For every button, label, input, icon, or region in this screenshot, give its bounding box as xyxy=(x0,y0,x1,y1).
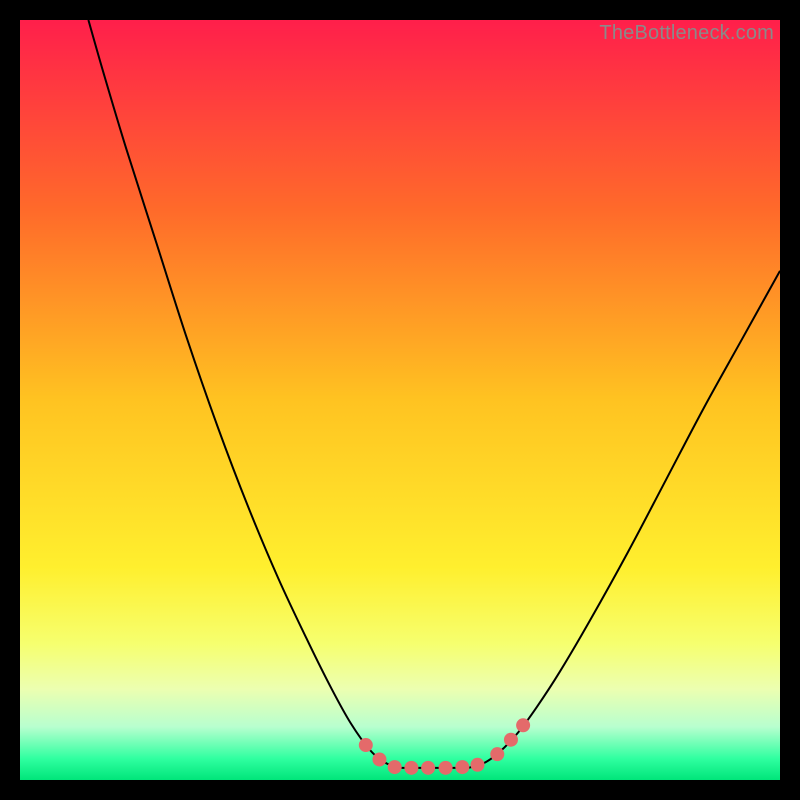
watermark-text: TheBottleneck.com xyxy=(599,22,774,45)
marker-dot xyxy=(455,760,469,774)
marker-dot xyxy=(388,760,402,774)
marker-dot xyxy=(504,733,518,747)
marker-dot xyxy=(490,747,504,761)
chart-svg xyxy=(20,20,780,780)
marker-dot xyxy=(421,761,435,775)
marker-dot xyxy=(359,738,373,752)
marker-dot xyxy=(404,761,418,775)
marker-dot xyxy=(372,752,386,766)
gradient-background xyxy=(20,20,780,780)
marker-dot xyxy=(439,761,453,775)
marker-dot xyxy=(471,758,485,772)
marker-dot xyxy=(516,718,530,732)
chart-frame: TheBottleneck.com xyxy=(20,20,780,780)
